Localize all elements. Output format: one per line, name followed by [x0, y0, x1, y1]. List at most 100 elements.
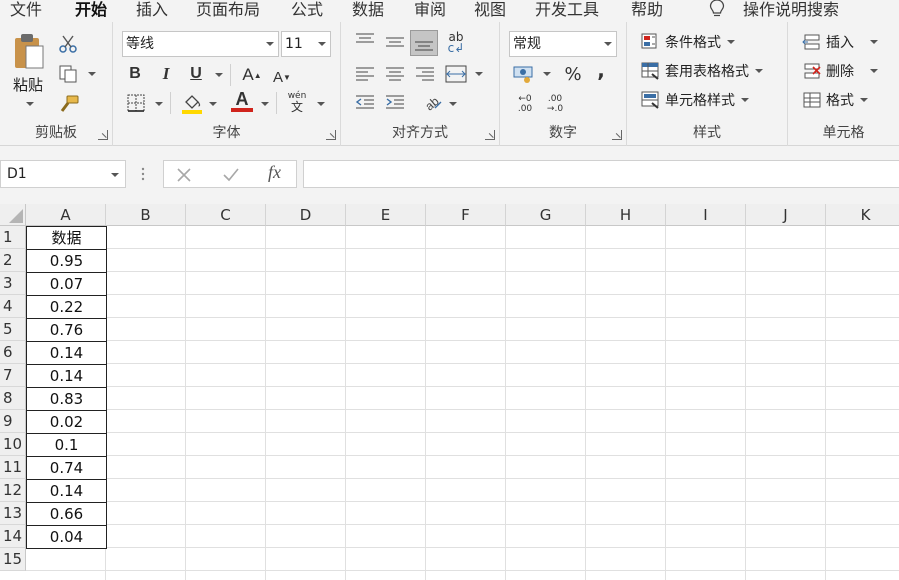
- cell-styles-button[interactable]: 单元格样式: [641, 88, 749, 112]
- tab-insert[interactable]: 插入: [136, 0, 168, 20]
- column-header-d[interactable]: D: [266, 204, 346, 226]
- align-left-icon[interactable]: [355, 66, 375, 82]
- cell-a10[interactable]: 0.1: [26, 433, 107, 457]
- format-painter-icon[interactable]: [58, 94, 80, 114]
- insert-cells-button[interactable]: 插入: [802, 30, 878, 54]
- tab-view[interactable]: 视图: [474, 0, 506, 20]
- paste-icon[interactable]: [12, 32, 46, 72]
- percent-style-button[interactable]: %: [562, 62, 584, 86]
- cell-a14[interactable]: 0.04: [26, 525, 107, 549]
- column-header-c[interactable]: C: [186, 204, 266, 226]
- cell-a12[interactable]: 0.14: [26, 479, 107, 503]
- lightbulb-icon[interactable]: [706, 0, 728, 20]
- shrink-font-button[interactable]: A ▼: [273, 66, 291, 88]
- chevron-down-icon[interactable]: [604, 42, 612, 46]
- decrease-decimal-button[interactable]: .00 →.0: [542, 92, 568, 116]
- cell-a7[interactable]: 0.14: [26, 364, 107, 388]
- borders-icon[interactable]: [127, 94, 145, 112]
- paste-button[interactable]: 粘贴: [13, 74, 43, 95]
- row-header-2[interactable]: 2: [0, 249, 26, 272]
- column-header-f[interactable]: F: [426, 204, 506, 226]
- borders-dropdown-icon[interactable]: [155, 102, 163, 106]
- cell-a4[interactable]: 0.22: [26, 295, 107, 319]
- wrap-text-button[interactable]: ab c↲: [445, 30, 467, 56]
- row-header-1[interactable]: 1: [0, 226, 26, 249]
- accounting-format-icon[interactable]: [513, 64, 535, 84]
- italic-button[interactable]: I: [157, 64, 175, 84]
- tab-formulas[interactable]: 公式: [291, 0, 323, 20]
- font-name-combo[interactable]: 等线: [122, 31, 279, 57]
- clipboard-launcher-icon[interactable]: [98, 130, 108, 140]
- tab-data[interactable]: 数据: [352, 0, 384, 20]
- name-box[interactable]: D1: [0, 160, 126, 188]
- comma-style-button[interactable]: ,: [594, 58, 608, 82]
- column-header-k[interactable]: K: [826, 204, 899, 226]
- copy-icon[interactable]: [58, 64, 78, 84]
- tell-me-search[interactable]: 操作说明搜索: [743, 0, 839, 20]
- align-top-icon[interactable]: [355, 32, 375, 48]
- cell-a2[interactable]: 0.95: [26, 249, 107, 273]
- fill-color-icon[interactable]: [181, 92, 203, 114]
- column-header-e[interactable]: E: [346, 204, 426, 226]
- tab-help[interactable]: 帮助: [631, 0, 663, 20]
- align-center-icon[interactable]: [385, 66, 405, 82]
- row-header-9[interactable]: 9: [0, 410, 26, 433]
- cell-a9[interactable]: 0.02: [26, 410, 107, 434]
- enter-check-icon[interactable]: [222, 167, 240, 183]
- conditional-formatting-button[interactable]: 条件格式: [641, 30, 735, 54]
- font-color-button[interactable]: A: [231, 89, 253, 112]
- accounting-dropdown-icon[interactable]: [543, 72, 551, 76]
- number-format-combo[interactable]: 常规: [509, 31, 617, 57]
- bold-button[interactable]: B: [126, 64, 144, 84]
- format-as-table-button[interactable]: 套用表格格式: [641, 59, 763, 83]
- copy-dropdown-icon[interactable]: [88, 72, 96, 76]
- row-header-5[interactable]: 5: [0, 318, 26, 341]
- orientation-icon[interactable]: ab: [421, 92, 443, 112]
- row-header-4[interactable]: 4: [0, 295, 26, 318]
- decrease-indent-icon[interactable]: [355, 94, 375, 112]
- column-header-g[interactable]: G: [506, 204, 586, 226]
- cell-area[interactable]: [26, 226, 899, 580]
- column-header-h[interactable]: H: [586, 204, 666, 226]
- format-cells-button[interactable]: 格式: [802, 88, 868, 112]
- row-header-15[interactable]: 15: [0, 548, 26, 571]
- merge-dropdown-icon[interactable]: [475, 72, 483, 76]
- font-launcher-icon[interactable]: [326, 130, 336, 140]
- row-header-10[interactable]: 10: [0, 433, 26, 456]
- column-header-j[interactable]: J: [746, 204, 826, 226]
- font-size-combo[interactable]: 11: [281, 31, 331, 57]
- grow-font-button[interactable]: A ▲: [242, 64, 261, 86]
- fill-color-dropdown-icon[interactable]: [209, 102, 217, 106]
- delete-cells-button[interactable]: 删除: [802, 59, 878, 83]
- underline-button[interactable]: U: [187, 64, 205, 84]
- tab-developer[interactable]: 开发工具: [535, 0, 599, 20]
- tab-page-layout[interactable]: 页面布局: [196, 0, 260, 20]
- row-header-14[interactable]: 14: [0, 525, 26, 548]
- phonetic-dropdown-icon[interactable]: [317, 102, 325, 106]
- row-header-11[interactable]: 11: [0, 456, 26, 479]
- chevron-down-icon[interactable]: [111, 173, 119, 177]
- cell-a13[interactable]: 0.66: [26, 502, 107, 526]
- alignment-launcher-icon[interactable]: [485, 130, 495, 140]
- cut-icon[interactable]: [58, 34, 78, 54]
- formula-input[interactable]: [303, 160, 899, 188]
- align-middle-icon[interactable]: [385, 34, 405, 50]
- font-color-dropdown-icon[interactable]: [261, 102, 269, 106]
- row-header-13[interactable]: 13: [0, 502, 26, 525]
- cell-a3[interactable]: 0.07: [26, 272, 107, 296]
- cancel-icon[interactable]: [176, 167, 192, 183]
- number-launcher-icon[interactable]: [612, 130, 622, 140]
- insert-function-icon[interactable]: fx: [268, 162, 281, 183]
- cell-a8[interactable]: 0.83: [26, 387, 107, 411]
- row-header-7[interactable]: 7: [0, 364, 26, 387]
- column-header-b[interactable]: B: [106, 204, 186, 226]
- chevron-down-icon[interactable]: [266, 42, 274, 46]
- tab-home[interactable]: 开始: [75, 0, 108, 26]
- chevron-down-icon[interactable]: [318, 42, 326, 46]
- phonetic-guide-button[interactable]: wén 文: [285, 89, 309, 115]
- column-header-a[interactable]: A: [26, 204, 106, 226]
- tab-file[interactable]: 文件: [10, 0, 42, 20]
- row-header-8[interactable]: 8: [0, 387, 26, 410]
- tab-review[interactable]: 审阅: [414, 0, 446, 20]
- increase-indent-icon[interactable]: [385, 94, 405, 112]
